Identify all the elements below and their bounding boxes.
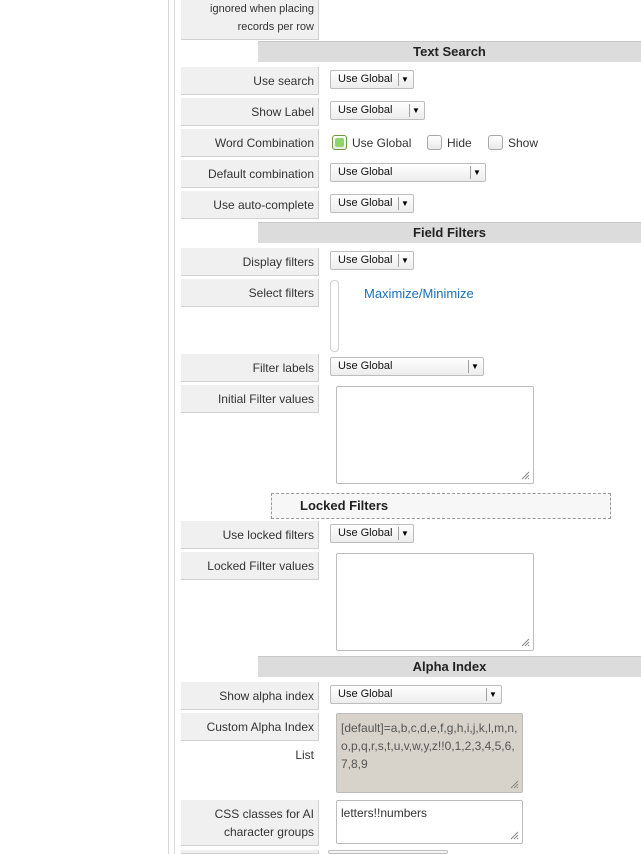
show-label-select[interactable]: Use Global ▼ bbox=[330, 101, 425, 120]
word-combination-use-global-checkbox[interactable] bbox=[332, 135, 347, 150]
word-combination-show-checkbox[interactable] bbox=[488, 135, 503, 150]
dropdown-arrow-icon: ▼ bbox=[470, 166, 483, 179]
label-select-filters: Select filters bbox=[181, 279, 319, 307]
resize-grip-icon[interactable] bbox=[510, 780, 519, 789]
resize-grip-icon[interactable] bbox=[521, 638, 530, 647]
maximize-minimize-link[interactable]: Maximize/Minimize bbox=[364, 286, 474, 301]
section-locked-filters: Locked Filters bbox=[271, 493, 611, 519]
section-alpha-index: Alpha Index bbox=[258, 656, 641, 677]
dropdown-arrow-icon: ▼ bbox=[468, 360, 481, 373]
word-combination-hide-checkbox[interactable] bbox=[427, 135, 442, 150]
use-search-select[interactable]: Use Global ▼ bbox=[330, 70, 414, 89]
use-autocomplete-select[interactable]: Use Global ▼ bbox=[330, 194, 414, 213]
word-combination-hide-label: Hide bbox=[447, 136, 472, 150]
show-alpha-index-select[interactable]: Use Global ▼ bbox=[330, 685, 502, 704]
dropdown-arrow-icon: ▼ bbox=[398, 73, 411, 86]
label-use-locked-filters: Use locked filters bbox=[181, 521, 319, 549]
label-use-search: Use search bbox=[181, 67, 319, 95]
label-use-autocomplete: Use auto-complete bbox=[181, 191, 319, 219]
label-locked-filter-values: Locked Filter values bbox=[181, 552, 319, 580]
dropdown-arrow-icon: ▼ bbox=[398, 527, 411, 540]
select-filters-scrollbar[interactable] bbox=[330, 280, 339, 352]
dropdown-arrow-icon: ▼ bbox=[486, 688, 499, 701]
initial-filter-values-textarea[interactable] bbox=[336, 386, 534, 484]
custom-alpha-index-list-textarea[interactable]: [default]=a,b,c,d,e,f,g,h,i,j,k,l,m,n,o,… bbox=[336, 713, 523, 793]
css-classes-textarea[interactable]: letters!!numbers bbox=[336, 800, 523, 844]
top-note: ignored when placing records per row bbox=[181, 0, 319, 40]
resize-grip-icon[interactable] bbox=[510, 831, 519, 840]
label-next-row bbox=[181, 850, 319, 854]
left-border-inner bbox=[174, 0, 175, 854]
label-default-combination: Default combination bbox=[181, 160, 319, 188]
label-filter-labels: Filter labels bbox=[181, 354, 319, 382]
display-filters-select[interactable]: Use Global ▼ bbox=[330, 251, 414, 270]
word-combination-use-global-label: Use Global bbox=[352, 136, 412, 150]
label-display-filters: Display filters bbox=[181, 248, 319, 276]
dropdown-arrow-icon: ▼ bbox=[409, 104, 422, 117]
filter-labels-select[interactable]: Use Global ▼ bbox=[330, 357, 484, 376]
use-locked-filters-select[interactable]: Use Global ▼ bbox=[330, 524, 414, 543]
dropdown-arrow-icon: ▼ bbox=[398, 197, 411, 210]
resize-grip-icon[interactable] bbox=[521, 471, 530, 480]
label-css-classes: CSS classes for AI character groups bbox=[181, 800, 319, 846]
locked-filter-values-textarea[interactable] bbox=[336, 553, 534, 651]
left-border bbox=[168, 0, 169, 854]
label-show-alpha-index: Show alpha index bbox=[181, 682, 319, 710]
label-initial-filter-values: Initial Filter values bbox=[181, 385, 319, 413]
next-row-select[interactable] bbox=[328, 850, 448, 854]
section-field-filters: Field Filters bbox=[258, 222, 641, 243]
label-custom-alpha-index-list: Custom Alpha Index List bbox=[181, 713, 319, 762]
default-combination-select[interactable]: Use Global ▼ bbox=[330, 163, 486, 182]
word-combination-show-label: Show bbox=[508, 136, 539, 150]
section-text-search: Text Search bbox=[258, 41, 641, 62]
label-word-combination: Word Combination bbox=[181, 129, 319, 157]
label-show-label: Show Label bbox=[181, 98, 319, 126]
dropdown-arrow-icon: ▼ bbox=[398, 254, 411, 267]
